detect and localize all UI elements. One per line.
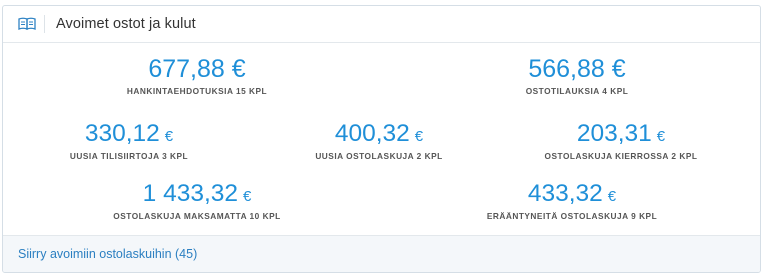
- open-invoices-link[interactable]: Siirry avoimiin ostolaskuihin (45): [18, 247, 197, 261]
- stat-value: 330,12 €: [84, 120, 174, 147]
- stat-new-invoices[interactable]: 400,32 € UUSIA OSTOLASKUJA 2 KPL: [269, 120, 489, 161]
- stat-label: HANKINTAEHDOTUKSIA 15 KPL: [126, 86, 268, 96]
- stat-purchase-orders[interactable]: 566,88 € OSTOTILAUKSIA 4 KPL: [447, 55, 707, 97]
- widget-header: Avoimet ostot ja kulut: [3, 6, 760, 43]
- open-purchases-widget: Avoimet ostot ja kulut 677,88 € HANKINTAE…: [2, 5, 761, 273]
- header-divider: [44, 15, 45, 33]
- stat-value: 566,88 €: [528, 55, 626, 83]
- widget-title: Avoimet ostot ja kulut: [56, 16, 196, 32]
- stat-value: 433,32 €: [527, 180, 617, 207]
- stat-unpaid-invoices[interactable]: 1 433,32 € OSTOLASKUJA MAKSAMATTA 10 KPL: [67, 180, 327, 221]
- stats-grid: 677,88 € HANKINTAEHDOTUKSIA 15 KPL 566,88…: [3, 43, 760, 235]
- stat-invoices-in-circulation[interactable]: 203,31 € OSTOLASKUJA KIERROSSA 2 KPL: [511, 120, 731, 161]
- book-icon: [18, 17, 36, 31]
- stat-label: OSTOLASKUJA MAKSAMATTA 10 KPL: [113, 210, 281, 221]
- stat-label: UUSIA TILISIIRTOJA 3 KPL: [69, 150, 189, 161]
- stat-label: ERÄÄNTYNEITÄ OSTOLASKUJA 9 KPL: [486, 210, 658, 221]
- stat-value: 400,32 €: [334, 120, 424, 147]
- stat-label: UUSIA OSTOLASKUJA 2 KPL: [315, 150, 443, 161]
- widget-footer: Siirry avoimiin ostolaskuihin (45): [3, 235, 760, 272]
- stat-label: OSTOTILAUKSIA 4 KPL: [525, 86, 629, 96]
- stat-purchase-proposals[interactable]: 677,88 € HANKINTAEHDOTUKSIA 15 KPL: [67, 55, 327, 97]
- stat-new-transfers[interactable]: 330,12 € UUSIA TILISIIRTOJA 3 KPL: [19, 120, 239, 161]
- stat-overdue-invoices[interactable]: 433,32 € ERÄÄNTYNEITÄ OSTOLASKUJA 9 KPL: [442, 180, 702, 221]
- stat-value: 203,31 €: [576, 120, 666, 147]
- stat-label: OSTOLASKUJA KIERROSSA 2 KPL: [544, 150, 698, 161]
- stat-value: 1 433,32 €: [142, 180, 252, 207]
- stat-value: 677,88 €: [148, 55, 246, 83]
